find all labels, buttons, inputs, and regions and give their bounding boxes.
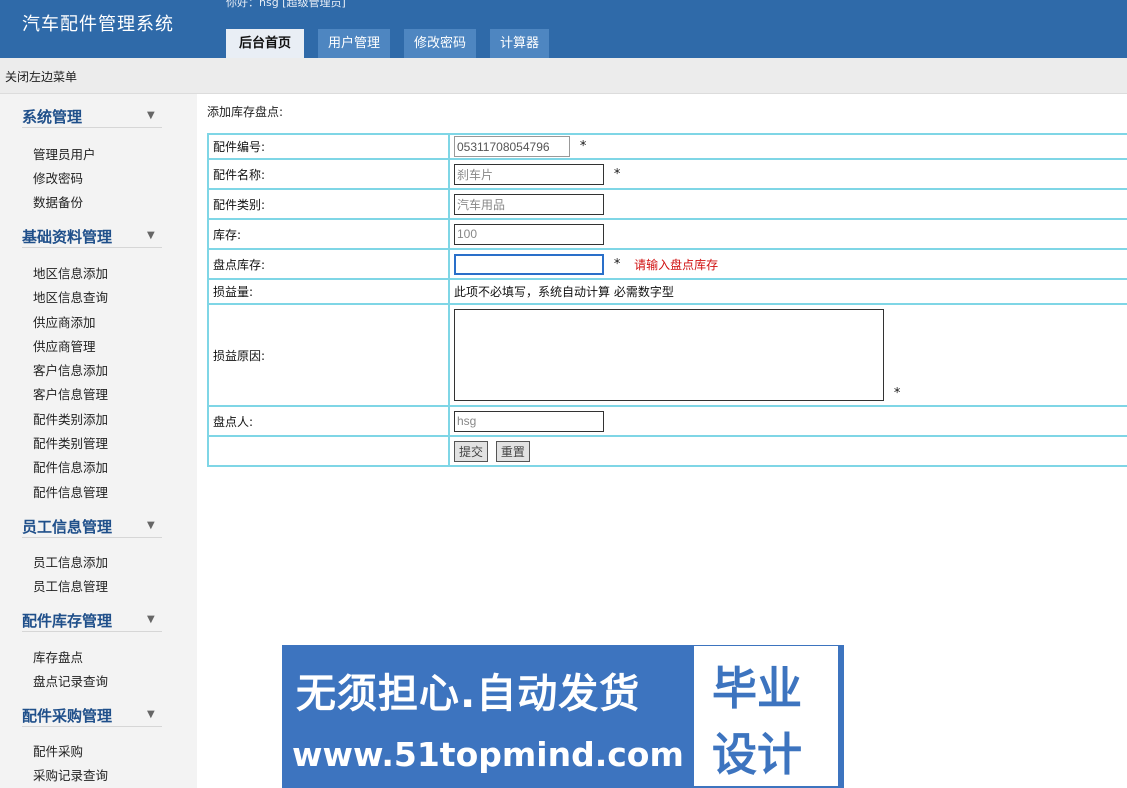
part-name-label: 配件名称: bbox=[207, 158, 450, 190]
sidebar-item-supplier-manage[interactable]: 供应商管理 bbox=[33, 336, 96, 355]
button-row-label bbox=[207, 435, 450, 467]
sidebar-item-purchase-record-query[interactable]: 采购记录查询 bbox=[33, 765, 108, 784]
part-category-input[interactable] bbox=[454, 193, 604, 215]
banner-badge-line1: 毕业 bbox=[712, 662, 803, 715]
part-code-input[interactable] bbox=[454, 136, 570, 157]
reset-button[interactable]: 重置 bbox=[495, 440, 530, 462]
sidebar-item-change-password[interactable]: 修改密码 bbox=[33, 168, 83, 187]
reason-textarea[interactable] bbox=[454, 309, 884, 401]
sidebar-item-employee-manage[interactable]: 员工信息管理 bbox=[33, 576, 108, 595]
stock-count-form: 配件编号: * 配件名称: * 配件类别: 库存: 盘点库存: * 请输入盘点库… bbox=[207, 133, 1127, 467]
count-stock-error: 请输入盘点库存 bbox=[634, 257, 719, 272]
count-stock-label: 盘点库存: bbox=[207, 248, 450, 280]
chevron-down-icon: ▼ bbox=[147, 110, 155, 121]
sidebar-group-title: 配件采购管理 bbox=[22, 707, 113, 725]
sidebar-group-title: 配件库存管理 bbox=[22, 612, 113, 630]
tab-home[interactable]: 后台首页 bbox=[226, 29, 305, 58]
banner-badge-line2: 设计 bbox=[712, 728, 803, 781]
chevron-down-icon: ▼ bbox=[147, 709, 155, 720]
chevron-down-icon: ▼ bbox=[147, 230, 155, 241]
counter-label: 盘点人: bbox=[207, 405, 450, 437]
sidebar-group-base-data[interactable]: 基础资料管理 ▼ bbox=[22, 222, 162, 248]
sidebar-group-employee[interactable]: 员工信息管理 ▼ bbox=[22, 512, 162, 538]
count-stock-input[interactable] bbox=[454, 253, 604, 275]
sidebar: 系统管理 ▼ 管理员用户 修改密码 数据备份 基础资料管理 ▼ 地区信息添加 地… bbox=[0, 94, 197, 788]
sidebar-group-title: 员工信息管理 bbox=[22, 518, 113, 536]
sidebar-item-admin-users[interactable]: 管理员用户 bbox=[33, 144, 96, 163]
sidebar-item-customer-manage[interactable]: 客户信息管理 bbox=[33, 384, 108, 403]
sidebar-group-system[interactable]: 系统管理 ▼ bbox=[22, 102, 162, 128]
part-category-label: 配件类别: bbox=[207, 188, 450, 220]
sidebar-item-part-category-manage[interactable]: 配件类别管理 bbox=[33, 433, 108, 452]
sidebar-group-title: 基础资料管理 bbox=[22, 228, 113, 246]
part-name-input[interactable] bbox=[454, 163, 604, 185]
sidebar-item-customer-add[interactable]: 客户信息添加 bbox=[33, 360, 108, 379]
top-header: 汽车配件管理系统 你好：hsg [超级管理员] 后台首页 用户管理 修改密码 计… bbox=[0, 0, 1127, 58]
counter-input[interactable] bbox=[454, 410, 604, 432]
sidebar-item-region-add[interactable]: 地区信息添加 bbox=[33, 263, 108, 282]
tab-user-management[interactable]: 用户管理 bbox=[318, 29, 391, 58]
gain-loss-label: 损益量: bbox=[207, 278, 450, 305]
submit-button[interactable]: 提交 bbox=[454, 440, 489, 462]
top-nav-tabs: 后台首页 用户管理 修改密码 计算器 bbox=[226, 29, 563, 58]
close-left-menu-link[interactable]: 关闭左边菜单 bbox=[5, 68, 77, 85]
sidebar-group-title: 系统管理 bbox=[22, 108, 83, 126]
stock-label: 库存: bbox=[207, 218, 450, 250]
reason-label: 损益原因: bbox=[207, 303, 450, 407]
sidebar-item-count-record-query[interactable]: 盘点记录查询 bbox=[33, 671, 108, 690]
stock-input[interactable] bbox=[454, 223, 604, 245]
sidebar-group-purchase[interactable]: 配件采购管理 ▼ bbox=[22, 701, 162, 727]
sidebar-item-region-query[interactable]: 地区信息查询 bbox=[33, 287, 108, 306]
sidebar-item-data-backup[interactable]: 数据备份 bbox=[33, 192, 83, 211]
page-title: 添加库存盘点: bbox=[207, 105, 284, 119]
app-title: 汽车配件管理系统 bbox=[22, 14, 174, 35]
required-mark: * bbox=[613, 256, 621, 272]
sidebar-item-stock-count[interactable]: 库存盘点 bbox=[33, 647, 83, 666]
required-mark: * bbox=[613, 166, 621, 182]
chevron-down-icon: ▼ bbox=[147, 614, 155, 625]
banner-badge: 毕业 设计 bbox=[694, 646, 838, 786]
sidebar-group-inventory[interactable]: 配件库存管理 ▼ bbox=[22, 606, 162, 632]
banner-url: www.51topmind.com bbox=[292, 735, 684, 774]
required-mark: * bbox=[579, 139, 587, 154]
gain-loss-note: 此项不必填写，系统自动计算 必需数字型 bbox=[454, 285, 674, 299]
part-code-label: 配件编号: bbox=[207, 133, 450, 160]
watermark-banner: 无须担心.自动发货 www.51topmind.com 毕业 设计 bbox=[282, 645, 844, 788]
sidebar-item-part-info-add[interactable]: 配件信息添加 bbox=[33, 457, 108, 476]
banner-slogan: 无须担心.自动发货 bbox=[296, 671, 641, 717]
sidebar-item-employee-add[interactable]: 员工信息添加 bbox=[33, 552, 108, 571]
sidebar-item-part-category-add[interactable]: 配件类别添加 bbox=[33, 409, 108, 428]
sub-toolbar: 关闭左边菜单 bbox=[0, 58, 1127, 94]
sidebar-item-part-info-manage[interactable]: 配件信息管理 bbox=[33, 482, 108, 501]
tab-change-password[interactable]: 修改密码 bbox=[404, 29, 477, 58]
sidebar-item-supplier-add[interactable]: 供应商添加 bbox=[33, 312, 96, 331]
chevron-down-icon: ▼ bbox=[147, 520, 155, 531]
tab-calculator[interactable]: 计算器 bbox=[490, 29, 550, 58]
sidebar-item-part-purchase[interactable]: 配件采购 bbox=[33, 741, 83, 760]
required-mark: * bbox=[893, 386, 901, 401]
user-greeting: 你好：hsg [超级管理员] bbox=[226, 0, 346, 9]
